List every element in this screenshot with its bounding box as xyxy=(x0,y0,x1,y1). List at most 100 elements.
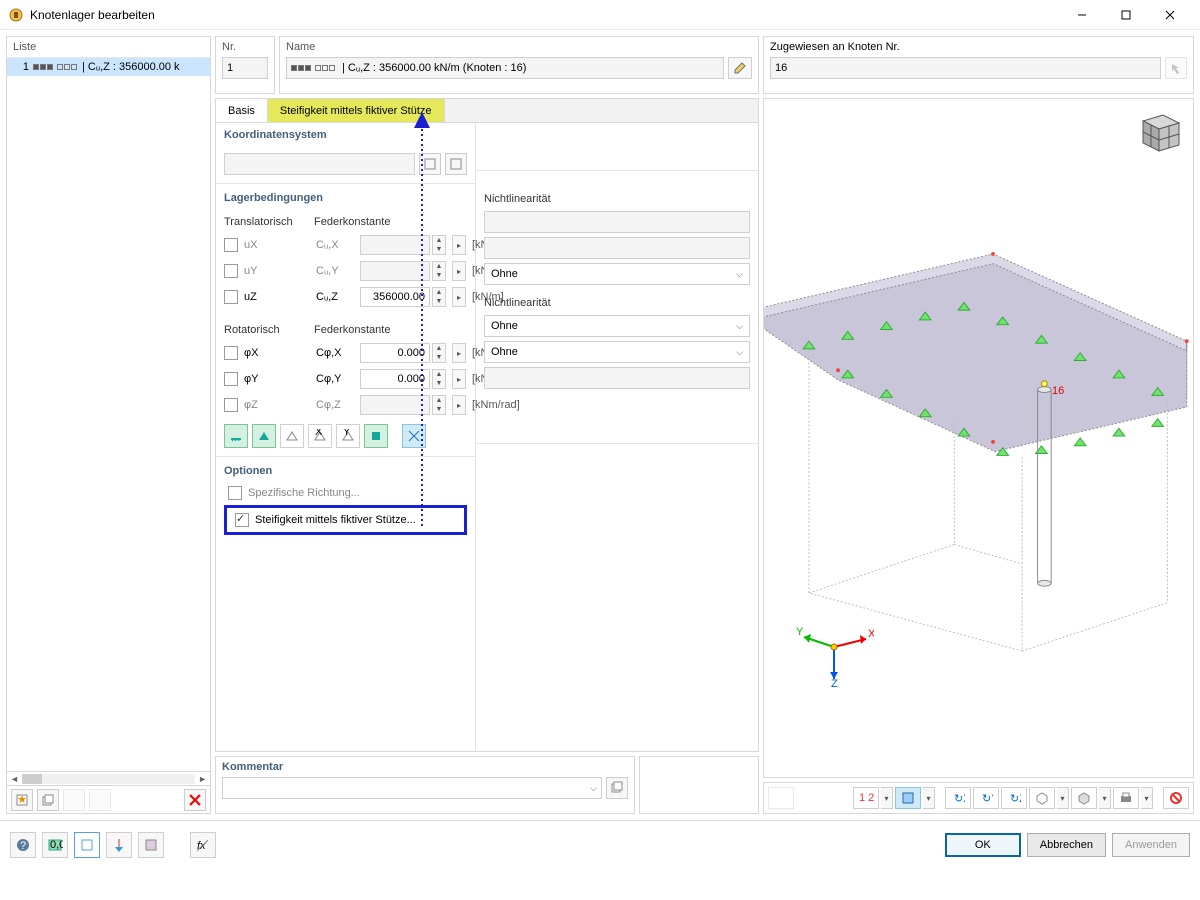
row-uy: uY Cᵤ,Y ▲▼ ▸ [kN/m] xyxy=(224,258,467,284)
svg-text:↻X: ↻X xyxy=(954,793,965,805)
tab-basis[interactable]: Basis xyxy=(216,99,268,123)
option-stiffness-column[interactable]: Steifigkeit mittels fiktiver Stütze... xyxy=(231,510,460,530)
koord-button-1[interactable] xyxy=(419,153,441,175)
check-phiz[interactable] xyxy=(224,398,238,412)
check-phix[interactable] xyxy=(224,346,238,360)
menu-uz[interactable]: ▸ xyxy=(452,287,466,307)
svg-text:Y: Y xyxy=(796,626,804,638)
menu-ux: ▸ xyxy=(452,235,466,255)
const-title: Federkonstante xyxy=(314,216,444,228)
check-ux[interactable] xyxy=(224,238,238,252)
maximize-button[interactable] xyxy=(1104,1,1148,29)
spin-uz[interactable]: ▲▼ xyxy=(432,287,446,307)
view-cube[interactable] xyxy=(1133,107,1185,159)
option-specific-direction: Spezifische Richtung... xyxy=(224,483,467,503)
vtool-axis-z[interactable]: ↻Z xyxy=(1001,787,1027,809)
comment-input[interactable]: ⌵ xyxy=(222,777,602,799)
vtool-dims[interactable]: 1 2 3 xyxy=(853,787,879,809)
row-ux: uX Cᵤ,X ▲▼ ▸ [kN/m] xyxy=(224,232,467,258)
check-stiffness-column[interactable] xyxy=(235,513,249,527)
nonlin-uy xyxy=(484,237,750,259)
check-uz[interactable] xyxy=(224,290,238,304)
vtool-1[interactable] xyxy=(768,787,794,809)
vtool-iso[interactable] xyxy=(1029,787,1055,809)
check-uy[interactable] xyxy=(224,264,238,278)
support-title: Lagerbedingungen xyxy=(224,192,467,204)
list-toolbar: ★ xyxy=(7,785,210,813)
preset-6[interactable] xyxy=(364,424,388,448)
nonlin-phiz xyxy=(484,367,750,389)
value-phiy[interactable]: 0.000 xyxy=(360,369,430,389)
comment-label: Kommentar xyxy=(222,761,628,773)
row-phiz: φZ Cφ,Z ▲▼ ▸ [kNm/rad] xyxy=(224,392,467,418)
list-item[interactable]: 1 | Cᵤ,Z : 356000.00 k xyxy=(7,58,210,76)
trans-title: Translatorisch xyxy=(224,216,314,228)
delete-item-button[interactable] xyxy=(184,789,206,811)
list-panel: Liste 1 | Cᵤ,Z : 356000.00 k ◄ ► ★ xyxy=(6,36,211,814)
highlight-box: Steifigkeit mittels fiktiver Stütze... xyxy=(224,505,467,535)
nonlin-phix[interactable]: Ohne⌵ xyxy=(484,315,750,337)
apply-button: Anwenden xyxy=(1112,833,1190,857)
ft-button-4[interactable] xyxy=(106,832,132,858)
svg-text:↻Z: ↻Z xyxy=(1010,793,1021,805)
nonlin-phiy[interactable]: Ohne⌵ xyxy=(484,341,750,363)
preset-free[interactable] xyxy=(402,424,426,448)
svg-text:X: X xyxy=(315,429,323,438)
vtool-render[interactable] xyxy=(895,787,921,809)
spin-ux: ▲▼ xyxy=(432,235,446,255)
preset-3[interactable] xyxy=(280,424,304,448)
node-label: 16 xyxy=(1052,385,1064,397)
rot-title: Rotatorisch xyxy=(224,324,314,336)
tab-bar: Basis Steifigkeit mittels fiktiver Stütz… xyxy=(215,98,759,122)
name-label: Name xyxy=(286,41,752,53)
preset-4[interactable]: X xyxy=(308,424,332,448)
check-specific-direction[interactable] xyxy=(228,486,242,500)
koord-button-2[interactable] xyxy=(445,153,467,175)
preset-1[interactable] xyxy=(224,424,248,448)
vtool-box[interactable] xyxy=(1071,787,1097,809)
copy-item-button[interactable] xyxy=(37,789,59,811)
comment-side-group xyxy=(639,756,759,814)
ft-button-6[interactable]: fx xyxy=(190,832,216,858)
nonlin-ux xyxy=(484,211,750,233)
preset-5[interactable]: Y xyxy=(336,424,360,448)
comment-library-button[interactable] xyxy=(606,777,628,799)
name-group: Name | Cᵤ,Z : 356000.00 kN/m (Knoten : 1… xyxy=(279,36,759,94)
ft-button-3[interactable] xyxy=(74,832,100,858)
list-header: Liste xyxy=(7,37,210,58)
help-button[interactable]: ? xyxy=(10,832,36,858)
model-viewport[interactable]: 16 X Y Z xyxy=(763,98,1194,778)
vtool-axis-x[interactable]: ↻X xyxy=(945,787,971,809)
value-ux xyxy=(360,235,430,255)
units-button[interactable]: 0,00 xyxy=(42,832,68,858)
new-item-button[interactable]: ★ xyxy=(11,789,33,811)
number-input[interactable]: 1 xyxy=(222,57,268,79)
value-phiz xyxy=(360,395,430,415)
check-phiy[interactable] xyxy=(224,372,238,386)
preset-2[interactable] xyxy=(252,424,276,448)
value-uz[interactable]: 356000.00 xyxy=(360,287,430,307)
koord-input[interactable] xyxy=(224,153,415,175)
name-input[interactable]: | Cᵤ,Z : 356000.00 kN/m (Knoten : 16) xyxy=(286,57,724,79)
tab-stiffness[interactable]: Steifigkeit mittels fiktiver Stütze xyxy=(268,99,445,122)
assigned-label: Zugewiesen an Knoten Nr. xyxy=(770,41,1187,53)
minimize-button[interactable] xyxy=(1060,1,1104,29)
ft-button-5[interactable] xyxy=(138,832,164,858)
assigned-input[interactable]: 16 xyxy=(770,57,1161,79)
tool-button-4 xyxy=(89,789,111,811)
close-button[interactable] xyxy=(1148,1,1192,29)
vtool-axis-y[interactable]: ↻Y xyxy=(973,787,999,809)
row-uz: uZ Cᵤ,Z 356000.00 ▲▼ ▸ [kN/m] xyxy=(224,284,467,310)
edit-name-button[interactable] xyxy=(728,57,752,79)
ok-button[interactable]: OK xyxy=(945,833,1021,857)
list-hscroll[interactable]: ◄ ► xyxy=(7,771,210,785)
nonlin-uz[interactable]: Ohne⌵ xyxy=(484,263,750,285)
nonlin-title-t: Nichtlinearität xyxy=(484,193,750,205)
number-label: Nr. xyxy=(222,41,268,53)
svg-text:↻Y: ↻Y xyxy=(982,793,993,805)
vtool-reset[interactable] xyxy=(1163,787,1189,809)
pick-nodes-button[interactable] xyxy=(1165,57,1187,79)
value-phix[interactable]: 0.000 xyxy=(360,343,430,363)
cancel-button[interactable]: Abbrechen xyxy=(1027,833,1106,857)
vtool-print[interactable] xyxy=(1113,787,1139,809)
